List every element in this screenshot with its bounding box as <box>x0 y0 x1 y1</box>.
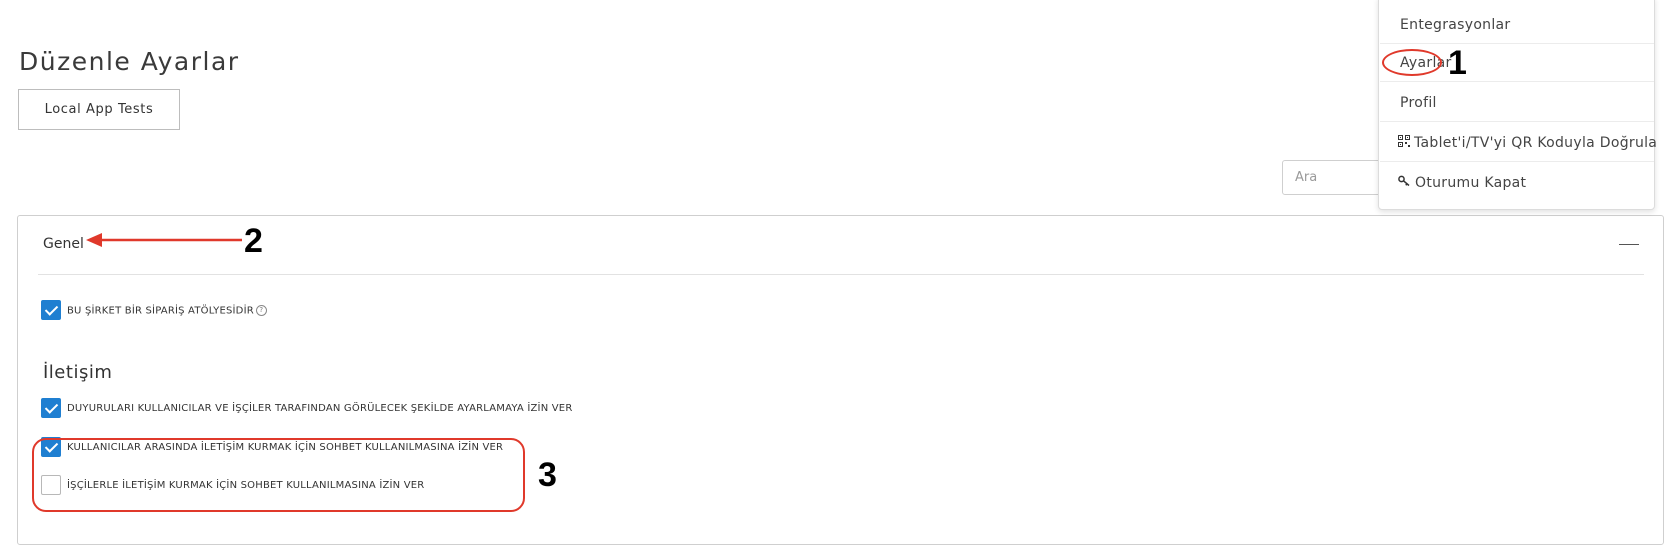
panel-divider <box>38 274 1644 275</box>
menu-item-label: Oturumu Kapat <box>1415 175 1527 191</box>
annotation-box <box>32 438 525 512</box>
page-title: Düzenle Ayarlar <box>19 46 240 76</box>
qr-code-icon <box>1398 135 1410 151</box>
panel-title-genel[interactable]: Genel <box>43 236 84 252</box>
annotation-ellipse <box>1382 49 1442 76</box>
annotation-number-2: 2 <box>244 222 263 260</box>
checkbox-label-announcements: DUYURULARI KULLANICILAR VE İŞÇİLER TARAF… <box>67 403 573 414</box>
annotation-arrow <box>86 233 242 247</box>
checkbox-label-order-workshop: BU ŞİRKET BİR SİPARİŞ ATÖLYESİDİR? <box>67 305 267 317</box>
key-icon <box>1398 175 1411 191</box>
menu-divider <box>1380 161 1654 162</box>
menu-item-logout[interactable]: Oturumu Kapat <box>1380 163 1654 203</box>
checkbox-announcements[interactable] <box>41 398 61 418</box>
search-input[interactable] <box>1282 160 1392 195</box>
menu-item-label: Tablet'i/TV'yi QR Koduyla Doğrula <box>1414 135 1658 151</box>
menu-item-label: Entegrasyonlar <box>1400 17 1511 33</box>
checkbox-label-text: BU ŞİRKET BİR SİPARİŞ ATÖLYESİDİR <box>67 305 254 317</box>
user-dropdown-menu: Entegrasyonlar Ayarlar Profil Tablet'i/T… <box>1378 0 1658 210</box>
checkbox-order-workshop[interactable] <box>41 300 61 320</box>
menu-item-profile[interactable]: Profil <box>1380 83 1654 123</box>
menu-item-integrations[interactable]: Entegrasyonlar <box>1380 5 1654 45</box>
menu-divider <box>1380 121 1654 122</box>
annotation-number-1: 1 <box>1448 44 1467 82</box>
minus-icon[interactable] <box>1619 244 1639 245</box>
menu-item-qr-verify[interactable]: Tablet'i/TV'yi QR Koduyla Doğrula <box>1380 123 1658 163</box>
menu-divider <box>1380 81 1654 82</box>
section-heading-iletisim: İletişim <box>43 362 113 383</box>
menu-item-label: Profil <box>1400 95 1437 111</box>
help-icon[interactable]: ? <box>255 305 267 316</box>
local-app-tests-button[interactable]: Local App Tests <box>18 89 180 130</box>
annotation-number-3: 3 <box>538 456 557 494</box>
